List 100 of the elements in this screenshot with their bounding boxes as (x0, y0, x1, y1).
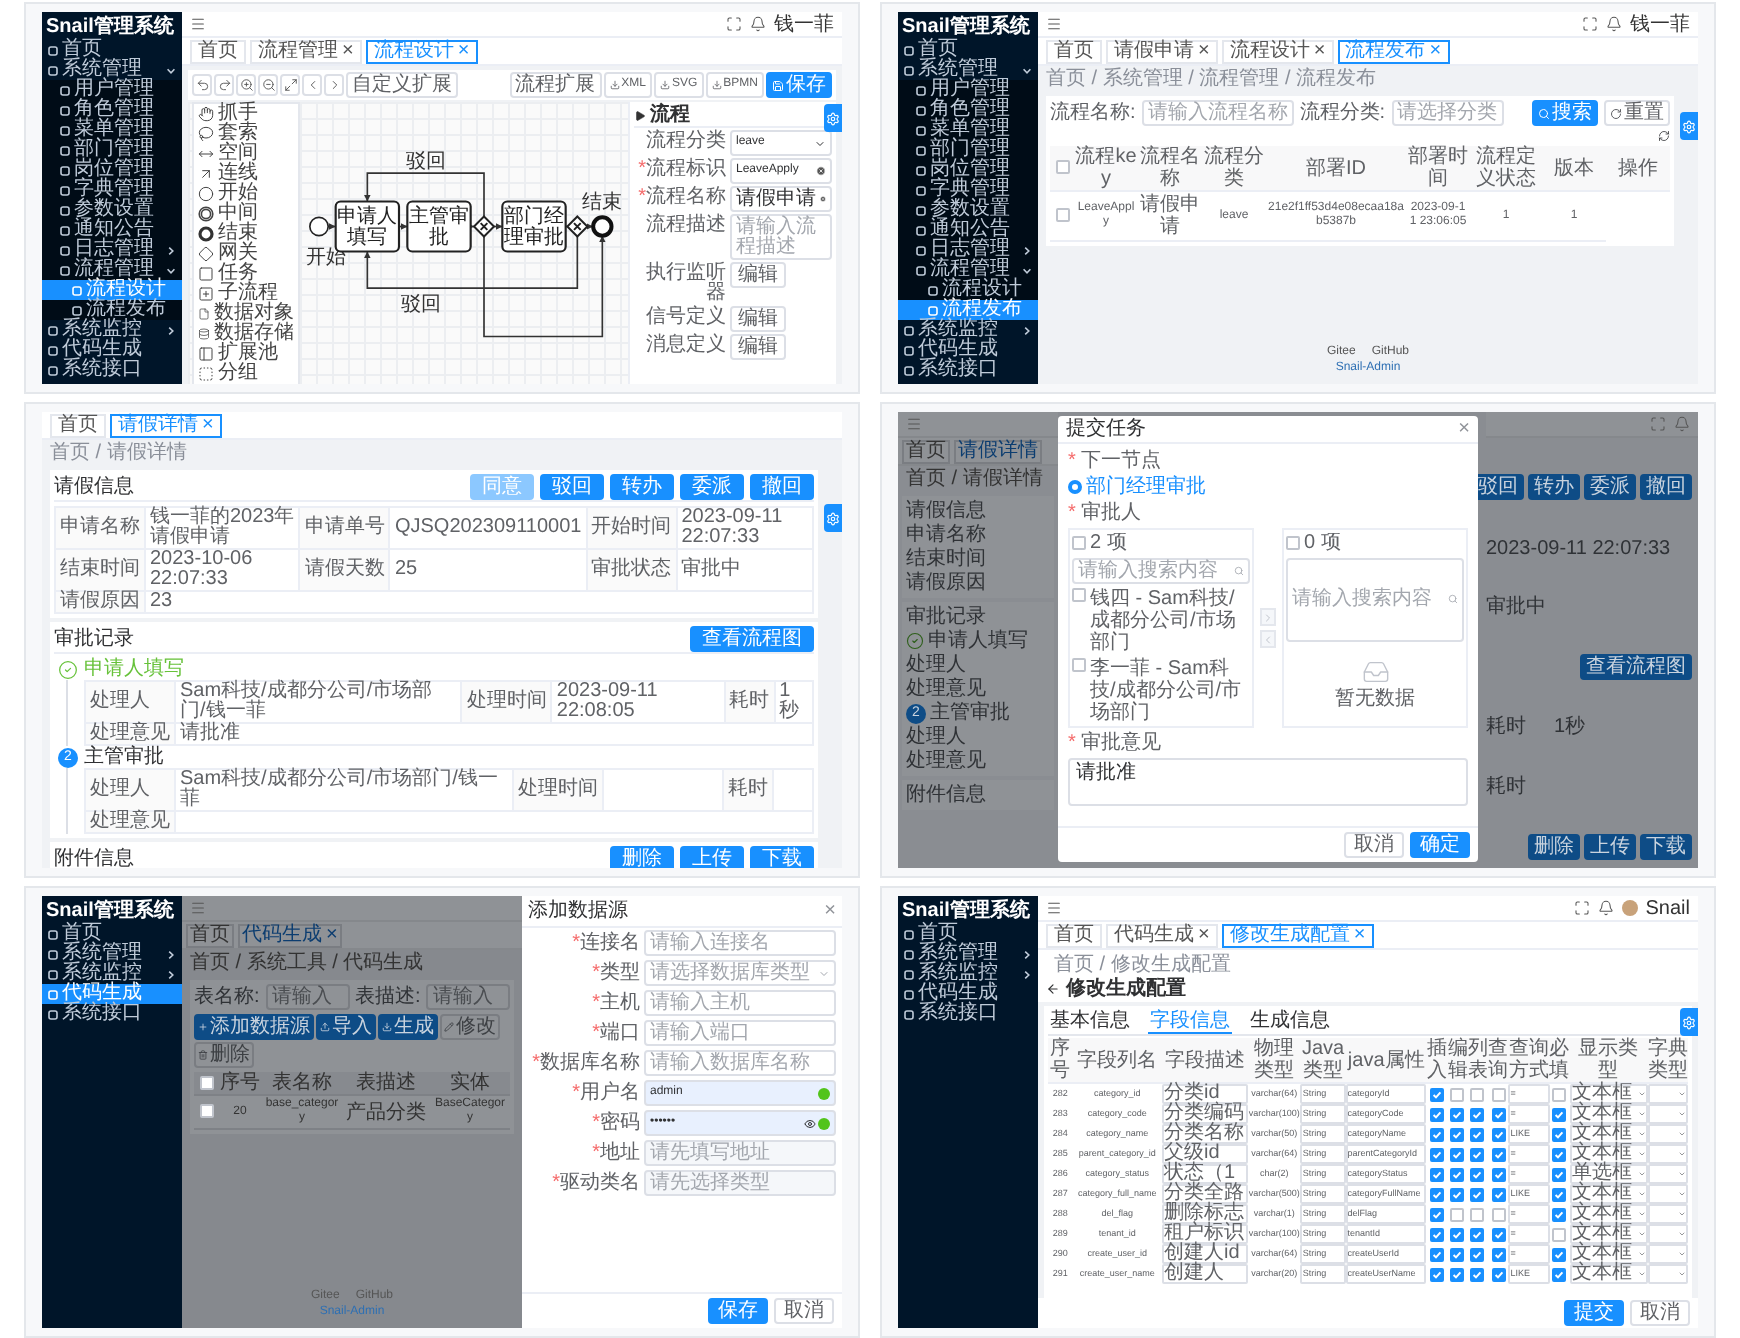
user-name[interactable]: 钱一菲 (1630, 13, 1690, 35)
cancel-button[interactable]: 取消 (1630, 1300, 1690, 1326)
input-field[interactable]: 租户标识 (1162, 1224, 1248, 1244)
nav-item[interactable]: 代码生成 (898, 340, 1038, 360)
palette-item[interactable]: 空间 (198, 144, 294, 164)
tab[interactable]: 请假申请 × (1106, 39, 1218, 63)
tab[interactable]: 首页 (186, 923, 234, 947)
generate-button[interactable]: 生成 (378, 1014, 438, 1040)
select-field[interactable]: 文本框 (1569, 1104, 1648, 1124)
nav-item[interactable]: 字典管理 (898, 180, 1038, 200)
nav-item[interactable]: 参数设置 (42, 200, 182, 220)
select-field[interactable]: 文本框 (1569, 1204, 1648, 1224)
nav-item[interactable]: 系统管理 (898, 944, 1038, 964)
palette-item[interactable]: 结束 (198, 224, 294, 244)
nav-item[interactable]: 系统管理 (42, 944, 182, 964)
nav-item[interactable]: 用户管理 (42, 80, 182, 100)
select-field[interactable]: 文本框 (1569, 1184, 1648, 1204)
nav-item[interactable]: 系统接口 (42, 360, 182, 380)
input-field[interactable]: 分类id (1162, 1084, 1248, 1104)
nav-item[interactable]: 部门管理 (898, 140, 1038, 160)
input-field[interactable]: 分类编码 (1162, 1104, 1248, 1124)
nav-item[interactable]: 系统监控 (898, 964, 1038, 984)
tab[interactable]: 请假详情 (954, 439, 1042, 463)
tab[interactable]: 首页 (902, 439, 950, 463)
action-button[interactable]: 删除 (1528, 833, 1580, 860)
extension-button[interactable]: 自定义扩展 (346, 72, 458, 98)
import-button[interactable]: 导入 (316, 1014, 376, 1040)
extension-button[interactable]: 流程扩展 (509, 72, 602, 98)
nav-item[interactable]: 流程设计 (898, 280, 1038, 300)
nav-item[interactable]: 用户管理 (898, 80, 1038, 100)
input-field[interactable]: 状态（1 (1162, 1164, 1248, 1184)
nav-item[interactable]: 流程管理 (42, 260, 182, 280)
input-field[interactable]: 分类名称 (1162, 1124, 1248, 1144)
action-button[interactable]: 转办 (1528, 474, 1580, 501)
input-field[interactable]: 创建人 (1162, 1264, 1248, 1284)
nav-item[interactable]: 流程管理 (898, 260, 1038, 280)
nav-item[interactable]: 角色管理 (42, 100, 182, 120)
transfer-item[interactable]: 钱四 - Sam科技/成都分公司/市场部门 (1072, 588, 1250, 654)
palette-item[interactable]: 数据存储 (198, 324, 294, 344)
nav-item[interactable]: 系统接口 (898, 360, 1038, 380)
palette-item[interactable]: 连线 (198, 164, 294, 184)
edit-button[interactable]: 编辑 (730, 306, 786, 332)
nav-item[interactable]: 字典管理 (42, 180, 182, 200)
select-field[interactable]: 文本框 (1569, 1144, 1648, 1164)
nav-item[interactable]: 角色管理 (898, 100, 1038, 120)
action-button[interactable]: 驳回 (1478, 474, 1524, 501)
palette-item[interactable]: 分组 (198, 364, 294, 384)
select-field[interactable]: 文本框 (1569, 1244, 1648, 1264)
select-field[interactable]: 单选框 (1569, 1164, 1648, 1184)
nav-item[interactable]: 首页 (42, 924, 182, 944)
nav-item[interactable]: 参数设置 (898, 200, 1038, 220)
nav-item[interactable]: 系统管理 (42, 60, 182, 80)
tab[interactable]: 首页 (1046, 39, 1102, 63)
nav-item[interactable]: 菜单管理 (898, 120, 1038, 140)
tab[interactable]: 首页 (1046, 923, 1102, 947)
add-button[interactable]: 添加数据源 (194, 1014, 314, 1040)
palette-item[interactable]: 任务 (198, 264, 294, 284)
palette-item[interactable]: 数据对象 (198, 304, 294, 324)
input-field[interactable]: 请假申请 (730, 186, 832, 212)
nav-item[interactable]: 代码生成 (898, 984, 1038, 1004)
action-button[interactable]: 委派 (1584, 474, 1636, 501)
palette-item[interactable]: 抓手 (198, 104, 294, 124)
nav-item[interactable]: 日志管理 (898, 240, 1038, 260)
tab[interactable]: 代码生成 × (238, 923, 342, 947)
action-button[interactable]: 撤回 (1640, 474, 1692, 501)
tab[interactable]: 代码生成 × (1106, 923, 1218, 947)
nav-item[interactable]: 系统监控 (898, 320, 1038, 340)
palette-item[interactable]: 套索 (198, 124, 294, 144)
nav-item[interactable]: 菜单管理 (42, 120, 182, 140)
palette-item[interactable]: 子流程 (198, 284, 294, 304)
nav-item[interactable]: 流程发布 (42, 300, 182, 320)
nav-item[interactable]: 系统接口 (42, 1004, 182, 1024)
nav-item[interactable]: 通知公告 (898, 220, 1038, 240)
action-button[interactable]: 下载 (1640, 833, 1692, 860)
user-name[interactable]: Snail (1645, 897, 1690, 919)
select-field[interactable]: 文本框 (1569, 1224, 1648, 1244)
palette-item[interactable]: 扩展池 (198, 344, 294, 364)
select-field[interactable]: 文本框 (1569, 1264, 1648, 1284)
reset-button[interactable]: 重置 (1604, 100, 1670, 126)
select-field[interactable]: 文本框 (1569, 1084, 1648, 1104)
action-button[interactable]: 上传 (1584, 833, 1636, 860)
nav-item[interactable]: 首页 (898, 40, 1038, 60)
palette-item[interactable]: 中间 (198, 204, 294, 224)
tab[interactable]: 流程管理 × (250, 39, 362, 63)
tab[interactable]: 首页 (50, 413, 106, 437)
opinion-field[interactable]: 请批准 (1068, 758, 1468, 806)
palette-item[interactable]: 开始 (198, 184, 294, 204)
transfer-item[interactable]: 李一菲 - Sam科技/成都分公司/市场部门 (1072, 658, 1250, 724)
cancel-button[interactable]: 取消 (1344, 832, 1404, 858)
edit-button[interactable]: 编辑 (730, 262, 786, 288)
input-field[interactable]: 创建人id (1162, 1244, 1248, 1264)
nav-item[interactable]: 首页 (898, 924, 1038, 944)
cancel-button[interactable]: 取消 (774, 1298, 834, 1324)
nav-item[interactable]: 代码生成 (42, 340, 182, 360)
select-field[interactable]: 文本框 (1569, 1124, 1648, 1144)
action-button[interactable]: 查看流程图 (1580, 654, 1692, 681)
input-field[interactable]: 删除标志 (1162, 1204, 1248, 1224)
input-field[interactable]: 分类全路 (1162, 1184, 1248, 1204)
nav-item[interactable]: 岗位管理 (898, 160, 1038, 180)
tab[interactable]: 基本信息 (1048, 1010, 1132, 1034)
